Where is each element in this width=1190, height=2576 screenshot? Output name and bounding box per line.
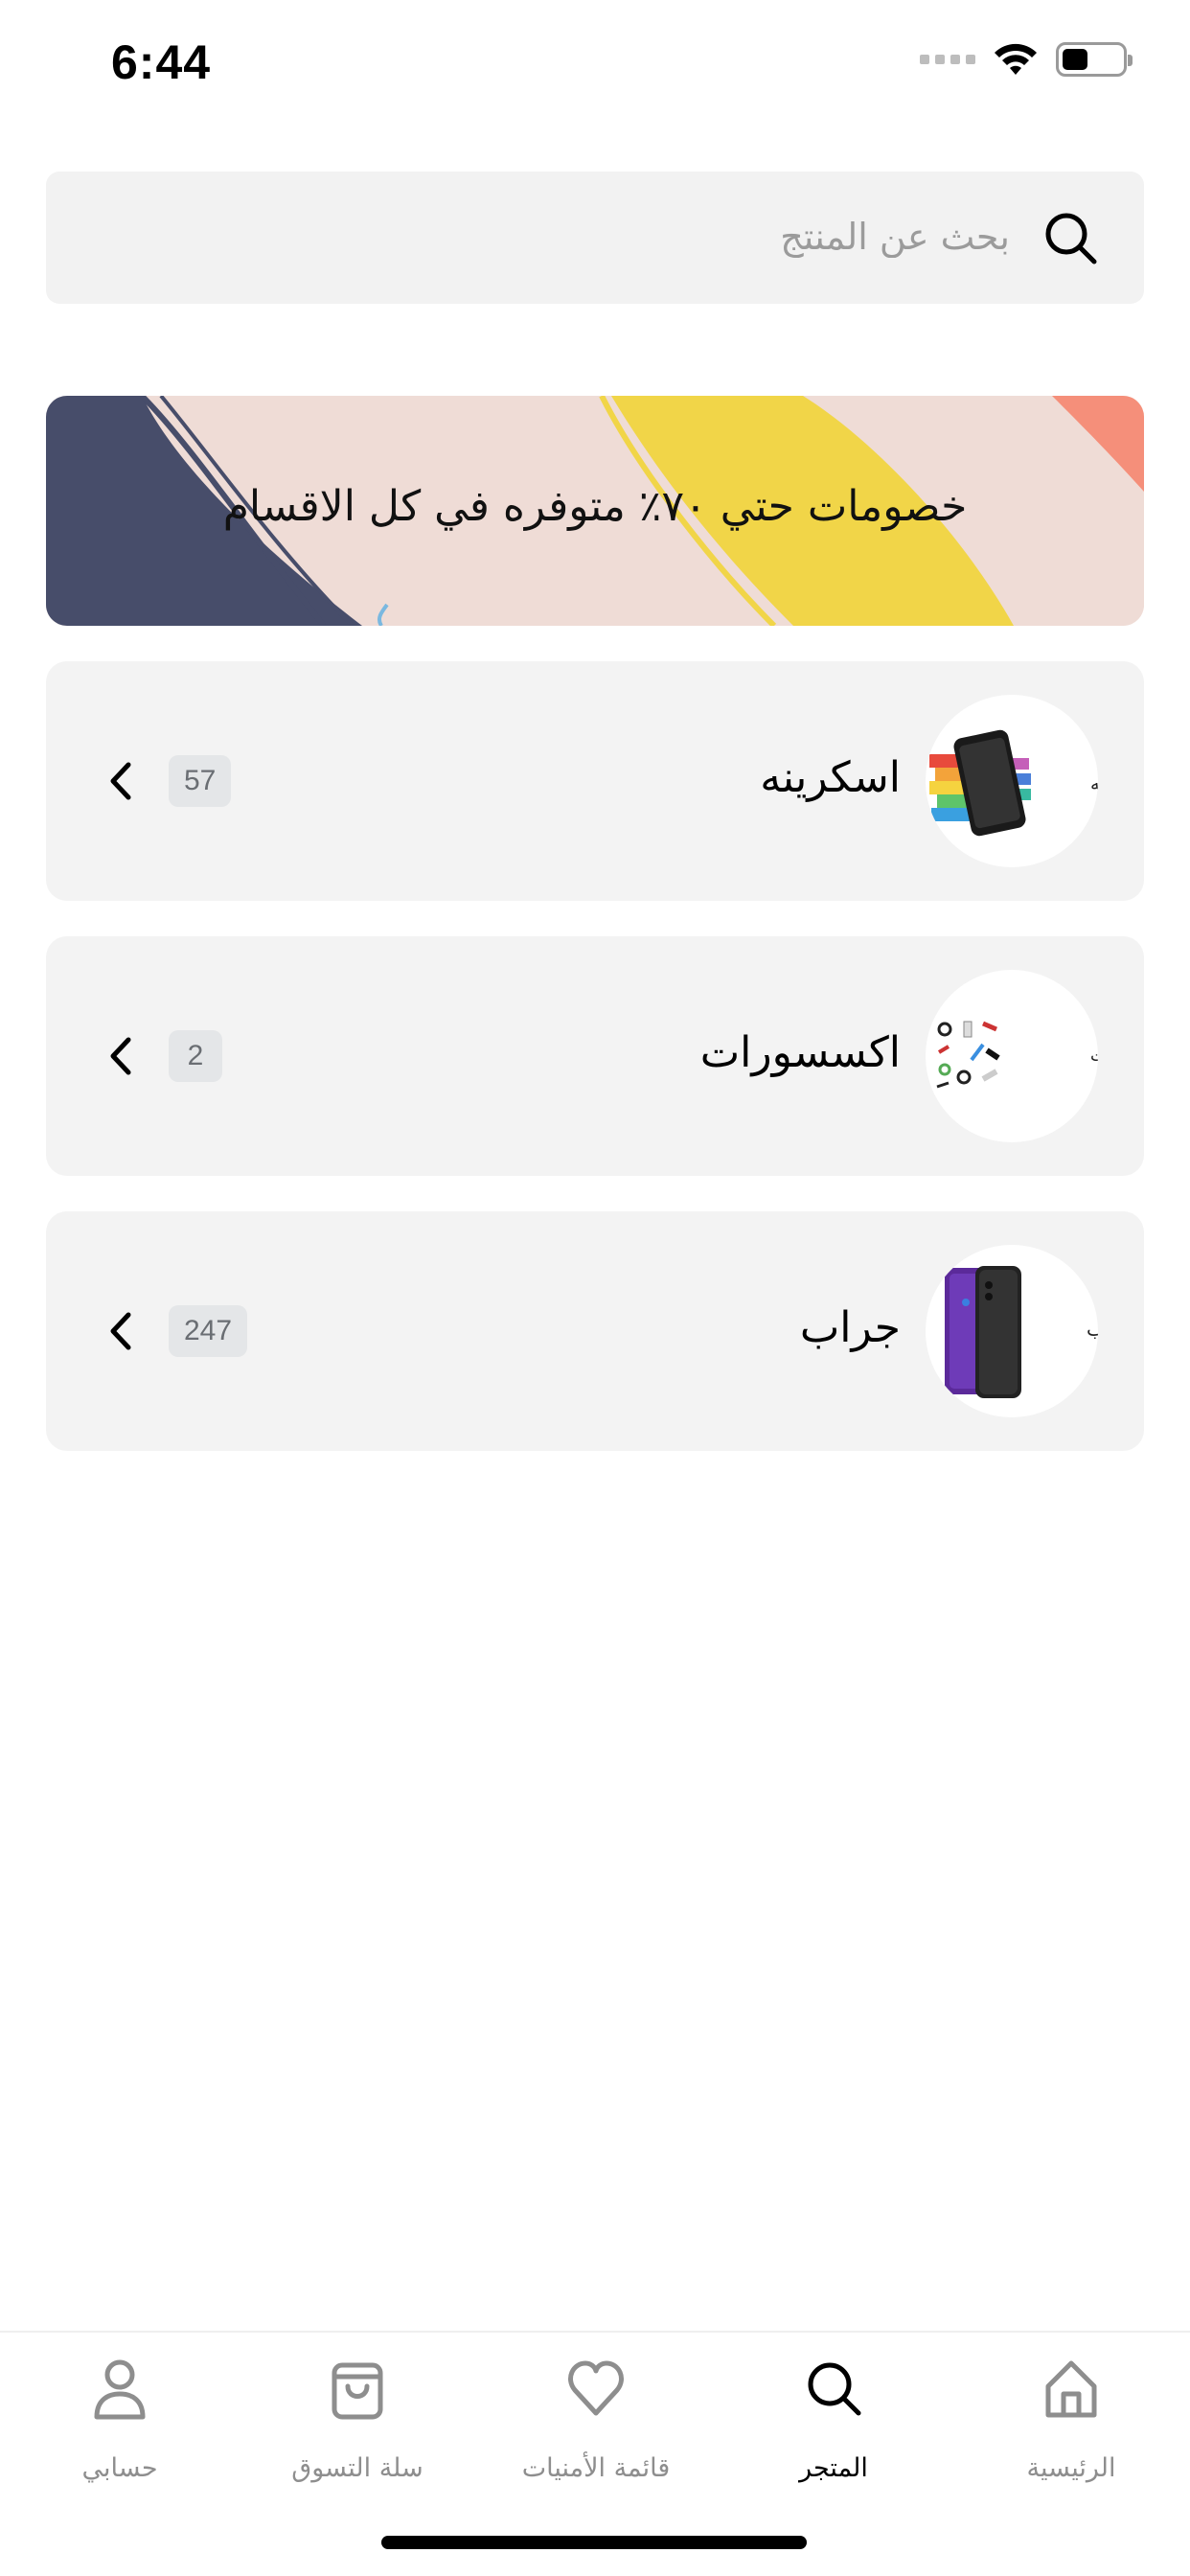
chevron-left-icon [110, 762, 131, 800]
chevron-left-icon [110, 1312, 131, 1350]
category-count-badge: 57 [169, 755, 232, 807]
category-name: اكسسورات [699, 1028, 901, 1077]
category-card-screen[interactable]: إسكرينه اسكرينه 57 [46, 661, 1144, 901]
home-indicator[interactable] [381, 2536, 807, 2549]
promo-banner[interactable]: خصومات حتي ٧٠٪ متوفره في كل الاقسام [46, 396, 1144, 626]
tab-label: قائمة الأمنيات [521, 2453, 671, 2483]
battery-icon [1056, 42, 1133, 77]
screen-protector-image: إسكرينه [926, 695, 1098, 867]
tab-wishlist[interactable]: قائمة الأمنيات [491, 2358, 701, 2501]
cellular-signal-icon [920, 55, 975, 64]
tab-account[interactable]: حسابي [14, 2358, 225, 2501]
status-time: 6:44 [111, 35, 212, 89]
category-name: اسكرينه [760, 753, 901, 802]
thumb-label: إكسسوارات [1090, 1046, 1098, 1066]
category-name: جراب [799, 1303, 901, 1352]
category-count-badge: 247 [169, 1305, 248, 1357]
search-bar[interactable] [46, 172, 1144, 304]
chevron-left-icon [110, 1037, 131, 1075]
tab-label: حسابي [81, 2453, 158, 2483]
tab-store[interactable]: المتجر [728, 2358, 939, 2501]
wifi-icon [995, 43, 1037, 75]
accessories-image: إكسسوارات [926, 970, 1098, 1142]
shopping-bag-icon [332, 2362, 383, 2420]
phone-case-image: جراب [926, 1245, 1098, 1417]
status-icons [920, 42, 1133, 77]
search-input[interactable] [339, 198, 1010, 275]
thumb-label: جراب [1087, 1318, 1098, 1341]
tab-label: سلة التسوق [291, 2453, 423, 2483]
person-icon [94, 2359, 146, 2420]
category-card-cases[interactable]: جراب جراب 247 [46, 1211, 1144, 1451]
tab-cart[interactable]: سلة التسوق [252, 2358, 463, 2501]
tab-label: المتجر [799, 2453, 868, 2483]
search-icon [808, 2362, 861, 2416]
heart-icon [568, 2360, 624, 2416]
status-bar: 6:44 [0, 0, 1190, 134]
category-count-badge: 2 [169, 1030, 222, 1082]
category-card-accessories[interactable]: إكسسوارات اكسسورات 2 [46, 936, 1144, 1176]
search-icon [1045, 213, 1097, 264]
home-icon [1045, 2360, 1097, 2418]
tab-label: الرئيسية [1026, 2453, 1116, 2483]
thumb-label: إسكرينه [1090, 773, 1098, 795]
tab-home[interactable]: الرئيسية [966, 2358, 1177, 2501]
banner-text: خصومات حتي ٧٠٪ متوفره في كل الاقسام [222, 482, 968, 531]
